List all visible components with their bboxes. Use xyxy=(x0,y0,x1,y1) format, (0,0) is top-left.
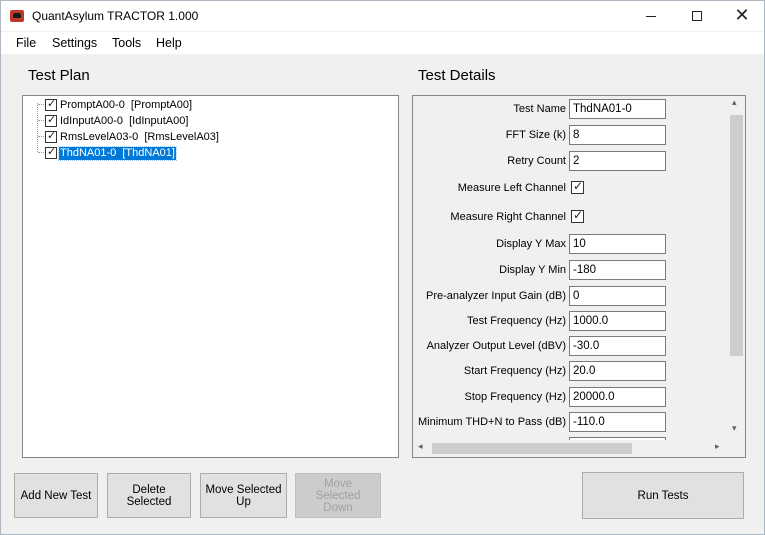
property-retry-count: Retry Count 2 xyxy=(413,151,726,173)
tree-item-rmslevel[interactable]: RmsLevelA03-0 [RmsLevelA03] xyxy=(45,129,220,144)
property-label: Display Y Max xyxy=(496,238,566,250)
vertical-scrollbar[interactable]: ▴ ▾ xyxy=(728,96,745,440)
property-start-frequency: Start Frequency (Hz) 20.0 xyxy=(413,361,726,383)
test-name-field[interactable]: ThdNA01-0 xyxy=(569,99,666,119)
test-details-grid: Test Name ThdNA01-0 FFT Size (k) 8 Retry… xyxy=(412,95,746,458)
tree-connector xyxy=(38,120,44,121)
measure-right-checkbox[interactable] xyxy=(571,208,584,223)
move-up-button[interactable]: Move Selected Up xyxy=(200,473,287,518)
scroll-thumb[interactable] xyxy=(432,443,632,454)
close-button[interactable]: ✕ xyxy=(719,1,765,31)
property-output-level: Analyzer Output Level (dBV) -30.0 xyxy=(413,336,726,358)
property-measure-left: Measure Left Channel xyxy=(413,178,726,200)
move-down-button[interactable]: Move Selected Down xyxy=(295,473,381,518)
test-details-heading: Test Details xyxy=(418,67,496,84)
stop-frequency-field[interactable]: 20000.0 xyxy=(569,387,666,407)
test-frequency-field[interactable]: 1000.0 xyxy=(569,311,666,331)
tree-item-prompt[interactable]: PromptA00-0 [PromptA00] xyxy=(45,97,193,112)
property-label: Measure Left Channel xyxy=(457,182,566,194)
output-level-field[interactable]: -30.0 xyxy=(569,336,666,356)
tree-connector xyxy=(37,103,38,152)
maximize-icon xyxy=(692,11,702,21)
property-label: Stop Frequency (Hz) xyxy=(464,391,566,403)
menu-tools[interactable]: Tools xyxy=(112,36,141,50)
display-y-max-field[interactable]: 10 xyxy=(569,234,666,254)
scroll-thumb[interactable] xyxy=(730,115,743,356)
test-plan-tree[interactable]: PromptA00-0 [PromptA00] IdInputA00-0 [Id… xyxy=(22,95,399,458)
property-label: Display Y Min xyxy=(499,264,566,276)
tree-item-checkbox[interactable] xyxy=(45,113,57,127)
property-min-thdn: Minimum THD+N to Pass (dB) -110.0 xyxy=(413,412,726,434)
property-display-y-min: Display Y Min -180 xyxy=(413,260,726,282)
measure-left-checkbox[interactable] xyxy=(571,179,584,194)
tree-item-label: RmsLevelA03-0 [RmsLevelA03] xyxy=(60,130,219,143)
run-tests-button[interactable]: Run Tests xyxy=(582,472,744,519)
property-label: FFT Size (k) xyxy=(505,129,566,141)
scroll-down-icon[interactable]: ▾ xyxy=(732,424,737,434)
scroll-up-icon[interactable]: ▴ xyxy=(732,98,737,108)
property-test-name: Test Name ThdNA01-0 xyxy=(413,99,726,121)
property-label: Start Frequency (Hz) xyxy=(463,365,566,377)
menu-settings[interactable]: Settings xyxy=(52,36,97,50)
delete-selected-button[interactable]: Delete Selected xyxy=(107,473,191,518)
tree-item-label: PromptA00-0 [PromptA00] xyxy=(60,98,193,111)
property-stop-frequency: Stop Frequency (Hz) 20000.0 xyxy=(413,387,726,409)
tree-item-thdn[interactable]: ThdNA01-0 [ThdNA01] xyxy=(45,145,177,161)
property-label: Test Frequency (Hz) xyxy=(466,315,566,327)
property-test-frequency: Test Frequency (Hz) 1000.0 xyxy=(413,311,726,333)
tree-item-label: IdInputA00-0 [IdInputA00] xyxy=(60,114,189,127)
min-thdn-field[interactable]: -110.0 xyxy=(569,412,666,432)
tree-connector xyxy=(38,136,44,137)
horizontal-scrollbar[interactable]: ◂ ▸ xyxy=(413,440,728,457)
fft-size-field[interactable]: 8 xyxy=(569,125,666,145)
tree-item-label: ThdNA01-0 [ThdNA01] xyxy=(58,145,177,161)
scrollbar-corner xyxy=(728,440,745,457)
main-window: QuantAsylum TRACTOR 1.000 ✕ File Setting… xyxy=(0,0,765,535)
tree-item-checkbox[interactable] xyxy=(45,97,57,111)
menu-help[interactable]: Help xyxy=(156,36,182,50)
minimize-button[interactable] xyxy=(628,1,674,31)
retry-count-field[interactable]: 2 xyxy=(569,151,666,171)
input-gain-field[interactable]: 0 xyxy=(569,286,666,306)
add-new-test-button[interactable]: Add New Test xyxy=(14,473,98,518)
property-input-gain: Pre-analyzer Input Gain (dB) 0 xyxy=(413,286,726,308)
tree-item-idinput[interactable]: IdInputA00-0 [IdInputA00] xyxy=(45,113,189,128)
close-icon: ✕ xyxy=(734,5,750,26)
window-title: QuantAsylum TRACTOR 1.000 xyxy=(32,9,199,23)
test-plan-heading: Test Plan xyxy=(28,67,90,84)
title-bar: QuantAsylum TRACTOR 1.000 ✕ xyxy=(1,1,764,31)
display-y-min-field[interactable]: -180 xyxy=(569,260,666,280)
property-fft-size: FFT Size (k) 8 xyxy=(413,125,726,147)
menu-bar: File Settings Tools Help xyxy=(1,32,764,54)
start-frequency-field[interactable]: 20.0 xyxy=(569,361,666,381)
maximize-button[interactable] xyxy=(674,1,720,31)
scroll-right-icon[interactable]: ▸ xyxy=(715,442,720,452)
property-label: Pre-analyzer Input Gain (dB) xyxy=(425,290,566,302)
property-label: Analyzer Output Level (dBV) xyxy=(426,340,566,352)
property-label: Measure Right Channel xyxy=(450,211,566,223)
minimize-icon xyxy=(646,15,656,17)
property-label: Test Name xyxy=(513,103,566,115)
tree-connector xyxy=(38,152,44,153)
menu-file[interactable]: File xyxy=(16,36,36,50)
tree-item-checkbox[interactable] xyxy=(45,129,57,143)
scroll-left-icon[interactable]: ◂ xyxy=(418,442,423,452)
tree-item-checkbox[interactable] xyxy=(45,145,57,159)
property-measure-right: Measure Right Channel xyxy=(413,207,726,229)
property-display-y-max: Display Y Max 10 xyxy=(413,234,726,256)
tree-connector xyxy=(38,104,44,105)
app-icon xyxy=(10,10,24,22)
property-label: Retry Count xyxy=(507,155,566,167)
property-label: Minimum THD+N to Pass (dB) xyxy=(417,416,566,428)
